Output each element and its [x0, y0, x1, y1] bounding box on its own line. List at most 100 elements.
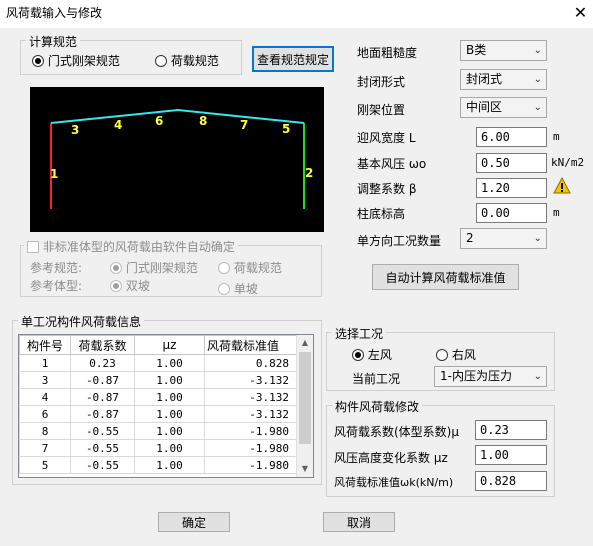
table-cell[interactable]: -0.87 — [70, 405, 135, 423]
height-coef-label: 风压高度变化系数 μz — [334, 451, 448, 465]
table-cell[interactable]: -1.980 — [204, 456, 298, 474]
radio-door-frame-label: 门式刚架规范 — [47, 54, 120, 68]
radio-dot — [218, 262, 230, 274]
basic-pressure-input[interactable]: 0.50 — [476, 153, 547, 173]
table-cell[interactable]: -0.87 — [70, 388, 135, 406]
table-cell[interactable]: -1.980 — [204, 422, 298, 440]
frame-canvas: 1 3 4 6 8 7 5 2 — [30, 87, 324, 232]
calc-spec-label: 计算规范 — [26, 33, 81, 50]
table-cell[interactable]: 6 — [19, 405, 71, 423]
current-case-label: 当前工况 — [352, 372, 401, 386]
radio-dot — [155, 55, 167, 67]
table-cell[interactable]: 1.00 — [134, 405, 205, 423]
table-cell[interactable]: 0.828 — [204, 354, 298, 372]
table-cell[interactable]: 1.00 — [134, 422, 205, 440]
scroll-down-icon[interactable]: ▼ — [297, 461, 313, 477]
col-header-mu-z[interactable]: μz — [134, 335, 205, 355]
member-label-1: 1 — [50, 167, 58, 181]
close-button[interactable]: ✕ — [568, 0, 593, 26]
column-base-input[interactable]: 0.00 — [476, 203, 547, 223]
enclosure-select[interactable]: 封闭式 ⌄ — [460, 69, 547, 90]
terrain-value: B类 — [466, 43, 487, 57]
ref-shape-radio-double-slope[interactable]: 双坡 — [110, 277, 150, 294]
chevron-down-icon: ⌄ — [533, 45, 542, 56]
ref-shape-radio-single-slope[interactable]: 单坡 — [218, 280, 258, 297]
terrain-select[interactable]: B类 ⌄ — [460, 40, 547, 61]
table-cell[interactable]: 1.00 — [134, 456, 205, 474]
member-table[interactable]: 构件号 荷载系数 μz 风荷载标准值 1 0.23 1.00 0.828 3 -0.87 1… — [18, 334, 314, 478]
table-cell[interactable]: 7 — [19, 439, 71, 457]
ok-button[interactable]: 确定 — [158, 512, 230, 532]
table-cell[interactable]: 8 — [19, 422, 71, 440]
shape-coef-label: 风荷载系数(体型系数)μ — [334, 425, 459, 439]
radio-left-wind[interactable]: 左风 — [352, 346, 392, 363]
frame-position-select[interactable]: 中间区 ⌄ — [460, 97, 547, 118]
radio-dot — [436, 349, 448, 361]
radio-door-frame-spec[interactable]: 门式刚架规范 — [32, 52, 120, 69]
right-wind-label: 右风 — [451, 348, 476, 362]
table-cell[interactable]: -0.55 — [70, 456, 135, 474]
table-cell[interactable]: -3.132 — [204, 371, 298, 389]
member-label-7: 7 — [240, 118, 248, 132]
case-count-select[interactable]: 2 ⌄ — [460, 228, 547, 249]
col-header-std-value[interactable]: 风荷载标准值 — [204, 335, 298, 355]
table-row[interactable]: 3 -0.87 1.00 -3.132 — [19, 371, 298, 389]
table-cell[interactable]: 1.00 — [134, 371, 205, 389]
member-label-3: 3 — [71, 123, 79, 137]
scroll-thumb[interactable] — [299, 352, 311, 444]
table-cell[interactable]: 1.00 — [134, 388, 205, 406]
table-row[interactable]: 5 -0.55 1.00 -1.980 — [19, 456, 298, 474]
table-cell[interactable]: -0.55 — [70, 422, 135, 440]
table-row[interactable]: 8 -0.55 1.00 -1.980 — [19, 422, 298, 440]
table-cell[interactable]: -1.980 — [204, 439, 298, 457]
table-row[interactable]: 1 0.23 1.00 0.828 — [19, 354, 298, 372]
windward-width-input[interactable]: 6.00 — [476, 127, 547, 147]
table-cell[interactable]: 1.00 — [134, 439, 205, 457]
warning-icon — [553, 177, 571, 194]
table-scrollbar[interactable]: ▲ ▼ — [296, 335, 313, 477]
table-cell[interactable]: -3.132 — [204, 405, 298, 423]
table-cell[interactable]: -0.55 — [70, 439, 135, 457]
nonstandard-checkbox[interactable]: 非标准体型的风荷载由软件自动确定 — [24, 238, 238, 255]
table-cell[interactable]: 0.23 — [70, 354, 135, 372]
terrain-label: 地面粗糙度 — [357, 46, 418, 60]
table-header-row: 构件号 荷载系数 μz 风荷载标准值 — [19, 335, 298, 355]
cancel-button[interactable]: 取消 — [323, 512, 395, 532]
ref-spec-radio-load[interactable]: 荷载规范 — [218, 259, 282, 276]
auto-calc-button[interactable]: 自动计算风荷载标准值 — [372, 264, 519, 290]
ref-spec-radio-door-frame[interactable]: 门式刚架规范 — [110, 259, 198, 276]
view-spec-button[interactable]: 查看规范规定 — [252, 46, 334, 72]
col-header-load-coef[interactable]: 荷载系数 — [70, 335, 135, 355]
shape-coef-input[interactable]: 0.23 — [475, 420, 547, 440]
member-edit-label: 构件风荷载修改 — [332, 398, 423, 415]
table-row[interactable]: 6 -0.87 1.00 -3.132 — [19, 405, 298, 423]
table-cell[interactable]: 5 — [19, 456, 71, 474]
current-case-select[interactable]: 1-内压为压力 ⌄ — [434, 366, 547, 387]
radio-dot — [110, 280, 122, 292]
enclosure-value: 封闭式 — [466, 72, 503, 86]
adjust-factor-label: 调整系数 β — [357, 182, 417, 196]
table-cell[interactable]: 3 — [19, 371, 71, 389]
col-header-member[interactable]: 构件号 — [19, 335, 71, 355]
radio-load-spec[interactable]: 荷载规范 — [155, 52, 219, 69]
table-cell[interactable]: -0.87 — [70, 371, 135, 389]
column-base-unit: m — [553, 206, 560, 219]
table-cell[interactable]: 4 — [19, 388, 71, 406]
case-count-label: 单方向工况数量 — [357, 234, 442, 248]
height-coef-input[interactable]: 1.00 — [475, 445, 547, 465]
current-case-value: 1-内压为压力 — [440, 369, 512, 383]
close-icon: ✕ — [573, 3, 588, 22]
table-row[interactable]: 7 -0.55 1.00 -1.980 — [19, 439, 298, 457]
radio-right-wind[interactable]: 右风 — [436, 346, 476, 363]
scroll-up-icon[interactable]: ▲ — [297, 335, 313, 351]
radio-dot — [218, 283, 230, 295]
table-row[interactable]: 4 -0.87 1.00 -3.132 — [19, 388, 298, 406]
ref-shape-label: 参考体型: — [30, 279, 83, 293]
frame-diagram: 1 3 4 6 8 7 5 2 — [50, 108, 313, 209]
table-cell[interactable]: 1.00 — [134, 354, 205, 372]
adjust-factor-input[interactable]: 1.20 — [476, 178, 547, 198]
member-grid: 构件号 荷载系数 μz 风荷载标准值 1 0.23 1.00 0.828 3 -0.87 1… — [19, 335, 298, 474]
std-value-input[interactable]: 0.828 — [475, 471, 547, 491]
table-cell[interactable]: -3.132 — [204, 388, 298, 406]
table-cell[interactable]: 1 — [19, 354, 71, 372]
